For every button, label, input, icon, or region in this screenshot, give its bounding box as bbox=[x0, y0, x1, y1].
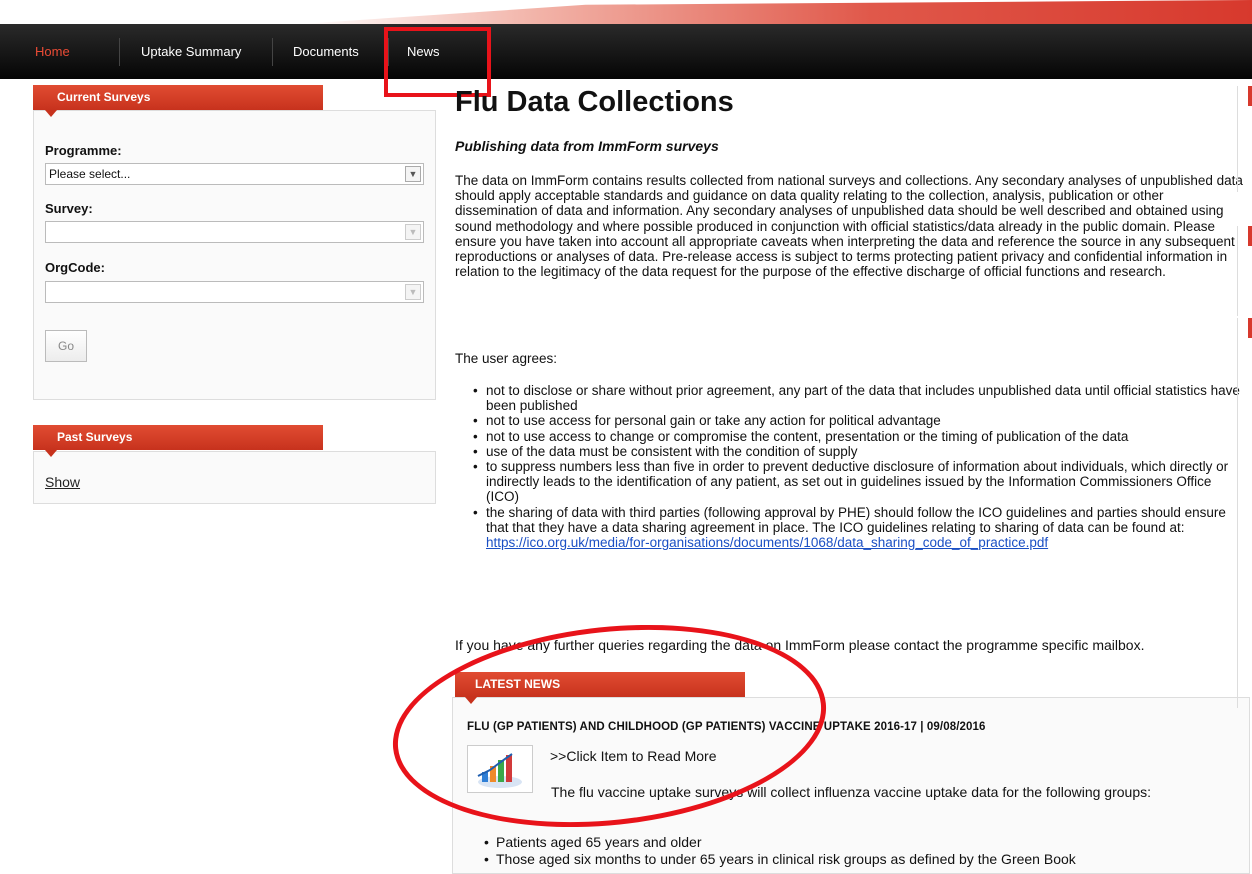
list-item: not to disclose or share without prior a… bbox=[472, 383, 1247, 413]
right-panel-edge bbox=[1237, 318, 1252, 708]
list-item: Those aged six months to under 65 years … bbox=[483, 851, 1243, 868]
chevron-down-icon[interactable]: ▼ bbox=[405, 166, 421, 182]
list-item: the sharing of data with third parties (… bbox=[472, 505, 1247, 551]
terms-list: not to disclose or share without prior a… bbox=[472, 383, 1247, 550]
list-item: use of the data must be consistent with … bbox=[472, 444, 1247, 459]
user-agrees-label: The user agrees: bbox=[455, 351, 558, 366]
header-decoration bbox=[0, 0, 1252, 24]
header-swoosh bbox=[300, 0, 1252, 24]
right-panel-tab bbox=[1248, 318, 1252, 338]
nav-documents[interactable]: Documents bbox=[293, 24, 359, 79]
past-surveys-title: Past Surveys bbox=[33, 425, 323, 457]
programme-select-value: Please select... bbox=[49, 167, 131, 181]
right-panel-tab bbox=[1248, 226, 1252, 246]
chevron-down-icon[interactable]: ▼ bbox=[405, 284, 421, 300]
past-surveys-panel bbox=[33, 451, 436, 504]
list-item: not to use access to change or compromis… bbox=[472, 429, 1247, 444]
list-item: to suppress numbers less than five in or… bbox=[472, 459, 1247, 505]
right-panel-tab bbox=[1248, 86, 1252, 106]
current-surveys-title: Current Surveys bbox=[33, 85, 323, 117]
list-item: Patients aged 65 years and older bbox=[483, 834, 1243, 851]
nav-home[interactable]: Home bbox=[35, 24, 70, 79]
nav-uptake-summary[interactable]: Uptake Summary bbox=[141, 24, 241, 79]
ico-guidelines-link[interactable]: https://ico.org.uk/media/for-organisatio… bbox=[486, 535, 1048, 550]
show-past-surveys-link[interactable]: Show bbox=[45, 474, 80, 490]
intro-paragraph: The data on ImmForm contains results col… bbox=[455, 173, 1243, 280]
programme-label: Programme: bbox=[45, 143, 122, 158]
orgcode-select[interactable]: ▼ bbox=[45, 281, 424, 303]
list-item: not to use access for personal gain or t… bbox=[472, 413, 1247, 428]
survey-label: Survey: bbox=[45, 201, 93, 216]
main-nav: Home Uptake Summary Documents News bbox=[0, 24, 1252, 79]
page-subtitle: Publishing data from ImmForm surveys bbox=[455, 138, 719, 154]
survey-select[interactable]: ▼ bbox=[45, 221, 424, 243]
page-title: Flu Data Collections bbox=[455, 86, 734, 118]
news-list: Patients aged 65 years and older Those a… bbox=[483, 834, 1243, 868]
chevron-down-icon[interactable]: ▼ bbox=[405, 224, 421, 240]
programme-select[interactable]: Please select... ▼ bbox=[45, 163, 424, 185]
orgcode-label: OrgCode: bbox=[45, 260, 105, 275]
nav-separator bbox=[272, 38, 273, 66]
go-button[interactable]: Go bbox=[45, 330, 87, 362]
nav-separator bbox=[119, 38, 120, 66]
sharing-text: the sharing of data with third parties (… bbox=[486, 504, 1226, 535]
